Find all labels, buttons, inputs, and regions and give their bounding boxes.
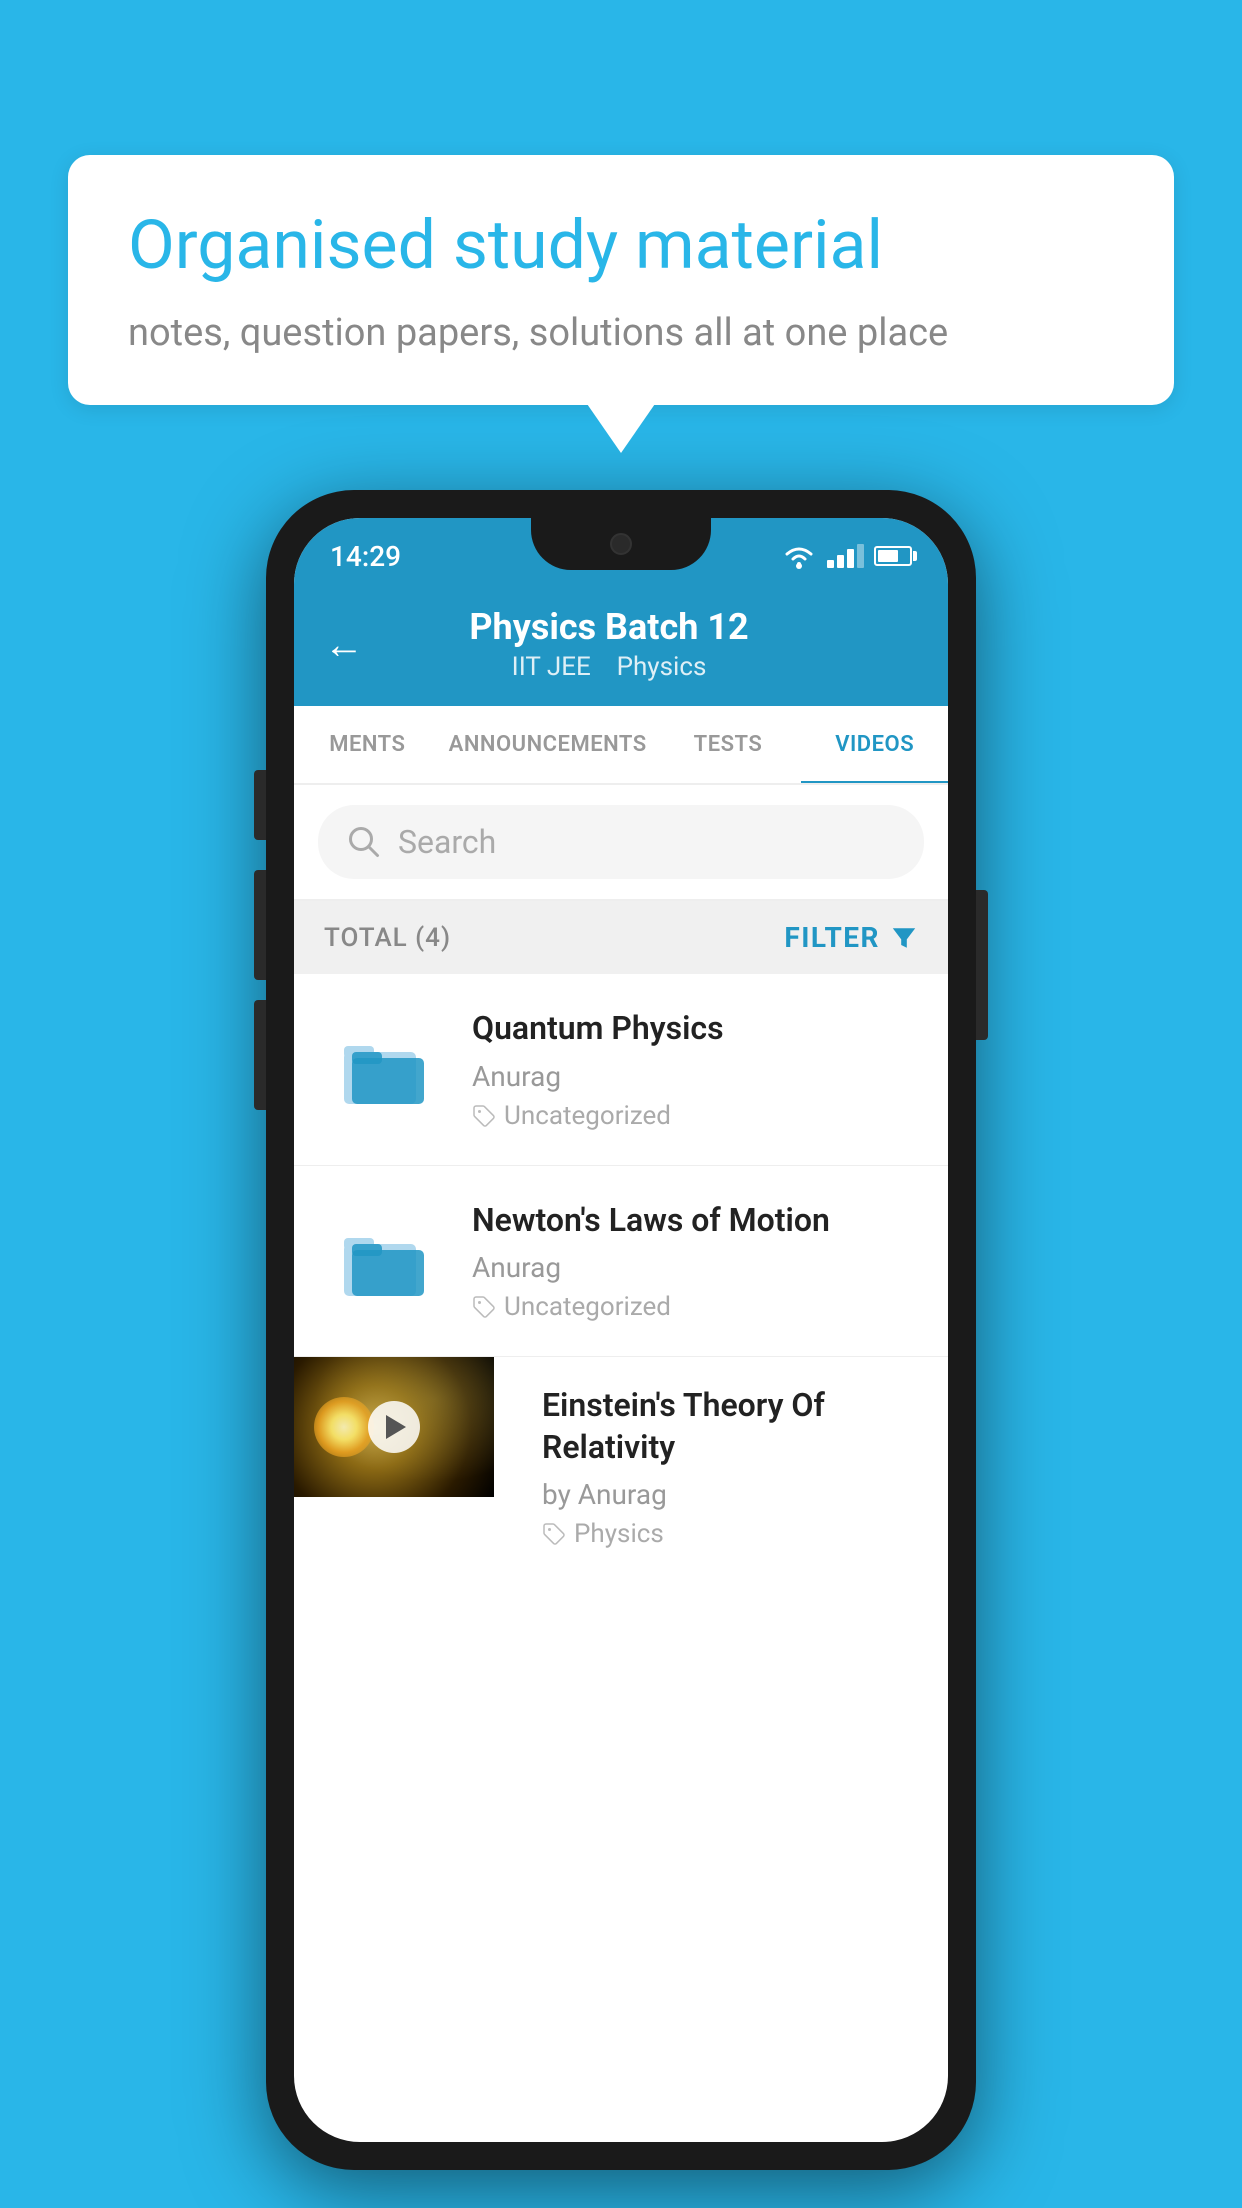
list-item[interactable]: Newton's Laws of Motion Anurag Uncategor… [294, 1166, 948, 1358]
speech-bubble-subtitle: notes, question papers, solutions all at… [128, 311, 1114, 355]
app-header: ← Physics Batch 12 IIT JEE Physics [294, 586, 948, 706]
filter-icon [890, 924, 918, 952]
subtitle-physics: Physics [617, 652, 707, 682]
folder-icon-container [324, 1029, 444, 1109]
tag-icon [472, 1295, 496, 1319]
video-tag: Physics [542, 1519, 898, 1549]
filter-bar: TOTAL (4) FILTER [294, 901, 948, 974]
video-author: Anurag [472, 1060, 918, 1093]
phone-outer: 14:29 [266, 490, 976, 2170]
status-icons [781, 542, 912, 570]
tag-icon [472, 1104, 496, 1128]
tab-tests[interactable]: TESTS [655, 706, 802, 783]
header-title: Physics Batch 12 [388, 606, 830, 648]
header-subtitle: IIT JEE Physics [388, 652, 830, 682]
notch [531, 518, 711, 570]
battery-fill [878, 550, 898, 562]
search-icon [346, 824, 382, 860]
total-count: TOTAL (4) [324, 923, 451, 953]
speech-bubble-title: Organised study material [128, 205, 1114, 287]
video-title: Quantum Physics [472, 1008, 918, 1050]
video-title: Newton's Laws of Motion [472, 1200, 918, 1242]
video-list: Quantum Physics Anurag Uncategorized [294, 974, 948, 1577]
video-info: Quantum Physics Anurag Uncategorized [472, 1008, 918, 1131]
filter-button[interactable]: FILTER [784, 921, 918, 954]
video-author: Anurag [472, 1251, 918, 1284]
video-tag: Uncategorized [472, 1292, 918, 1322]
folder-icon [344, 1029, 424, 1109]
video-thumbnail [294, 1357, 494, 1497]
back-button[interactable]: ← [324, 621, 364, 668]
video-author: by Anurag [542, 1478, 898, 1511]
phone-btn-volume-down [254, 1000, 266, 1110]
play-triangle-icon [386, 1415, 406, 1439]
search-placeholder: Search [398, 823, 496, 861]
tab-bar: MENTS ANNOUNCEMENTS TESTS VIDEOS [294, 706, 948, 785]
phone-screen: 14:29 [294, 518, 948, 2142]
folder-icon [344, 1221, 424, 1301]
phone-btn-power [976, 890, 988, 1040]
signal-icon [827, 544, 864, 568]
battery-icon [874, 546, 912, 566]
wifi-icon [781, 542, 817, 570]
folder-icon-container [324, 1221, 444, 1301]
header-title-area: Physics Batch 12 IIT JEE Physics [388, 606, 830, 682]
video-tag: Uncategorized [472, 1101, 918, 1131]
search-input-wrapper[interactable]: Search [318, 805, 924, 879]
tag-icon [542, 1522, 566, 1546]
video-info: Newton's Laws of Motion Anurag Uncategor… [472, 1200, 918, 1323]
phone-btn-volume-up [254, 870, 266, 980]
subtitle-iit: IIT JEE [512, 652, 591, 682]
search-container: Search [294, 785, 948, 901]
list-item[interactable]: Quantum Physics Anurag Uncategorized [294, 974, 948, 1166]
tab-videos[interactable]: VIDEOS [801, 706, 948, 783]
tab-announcements[interactable]: ANNOUNCEMENTS [441, 706, 655, 783]
speech-bubble: Organised study material notes, question… [68, 155, 1174, 405]
front-camera [610, 533, 632, 555]
video-title: Einstein's Theory Of Relativity [542, 1385, 898, 1468]
list-item[interactable]: Einstein's Theory Of Relativity by Anura… [294, 1357, 948, 1577]
video-info: Einstein's Theory Of Relativity by Anura… [522, 1357, 918, 1577]
play-button[interactable] [368, 1401, 420, 1453]
speech-bubble-container: Organised study material notes, question… [68, 155, 1174, 405]
phone-btn-volume-mute [254, 770, 266, 840]
phone-device: 14:29 [266, 490, 976, 2170]
status-time: 14:29 [330, 540, 401, 573]
tab-documents[interactable]: MENTS [294, 706, 441, 783]
